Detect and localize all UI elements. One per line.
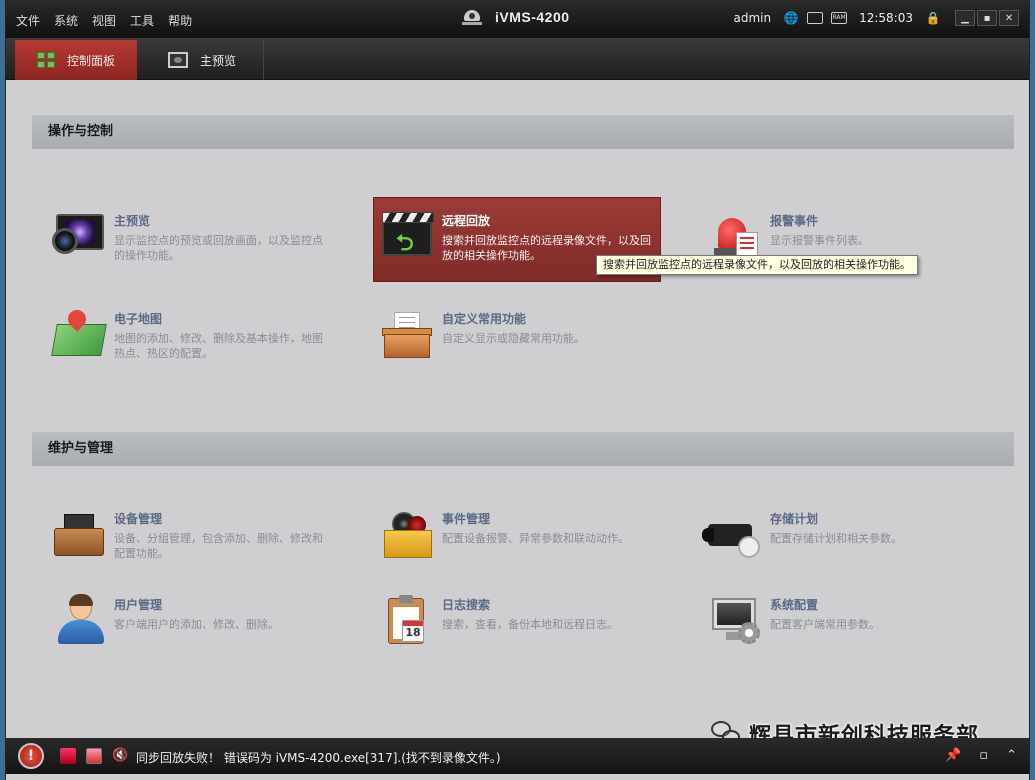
clapperboard-icon [380,208,438,266]
box-documents-icon [380,306,438,364]
pin-icon[interactable]: 📌 [945,748,961,763]
menu-help[interactable]: 帮助 [168,12,192,29]
status-icons: 🔇 [60,748,128,764]
film-folder-icon [380,506,438,564]
monitor-gear-icon [708,592,766,650]
camera-logo-icon [461,8,483,26]
grid-icon [37,52,55,68]
module-log-search[interactable]: 18 日志搜索 搜索，查看，备份本地和远程日志。 [374,582,654,662]
video-camera-clock-icon [702,506,766,564]
app-window: 文件 系统 视图 工具 帮助 iVMS-4200 admin 🌐 RAM 12:… [5,0,1030,780]
module-desc: 地图的添加、修改、删除及基本操作，地图热点、热区的配置。 [114,332,323,360]
expand-up-icon[interactable]: ⌃ [1006,748,1017,763]
module-title: 设备管理 [114,512,163,526]
cpu-chip-icon[interactable] [807,12,824,24]
section-header-operations: 操作与控制 [32,115,1014,149]
module-desc: 配置设备报警、异常参数和联动动作。 [442,532,629,545]
title-status-area: admin 🌐 RAM 12:58:03 🔒 ▁ ▪ ✕ [733,10,1019,26]
module-title: 用户管理 [114,598,163,612]
app-title: iVMS-4200 [495,9,570,25]
menu-view[interactable]: 视图 [92,12,116,29]
menu-bar: 文件 系统 视图 工具 帮助 [16,12,192,29]
tab-control-panel[interactable]: 控制面板 [15,40,137,80]
ram-icon[interactable]: RAM [831,12,848,24]
module-e-map[interactable]: 电子地图 地图的添加、修改、删除及基本操作，地图热点、热区的配置。 [46,296,326,376]
tab-label: 控制面板 [67,53,116,68]
module-title: 事件管理 [442,512,491,526]
clipboard-calendar-icon: 18 [380,592,438,650]
network-globe-icon[interactable]: 🌐 [783,10,799,26]
module-custom-functions[interactable]: 自定义常用功能 自定义显示或隐藏常用功能。 [374,296,654,376]
section-header-maintenance: 维护与管理 [32,432,1014,466]
module-desc: 配置存储计划和相关参数。 [770,532,902,545]
close-button[interactable]: ✕ [999,10,1019,26]
module-desc: 显示监控点的预览或回放画面，以及监控点的操作功能。 [114,234,323,262]
status-right-controls: 📌 ▫ ⌃ [945,748,1017,763]
title-bar: 文件 系统 视图 工具 帮助 iVMS-4200 admin 🌐 RAM 12:… [6,0,1029,38]
map-pin-icon [51,306,110,364]
module-desc: 客户端用户的添加、修改、删除。 [114,618,279,631]
tab-bar: 控制面板 主预览 [6,38,1029,80]
maximize-button[interactable]: ▪ [977,10,997,26]
monitor-lens-icon [52,208,110,266]
module-title: 远程回放 [442,214,491,228]
app-title-area: iVMS-4200 [461,8,570,26]
alarm-sound-icon[interactable] [60,748,76,764]
module-title: 自定义常用功能 [442,312,527,326]
minimize-button[interactable]: ▁ [955,10,975,26]
status-message: 同步回放失败！ 错误码为 iVMS-4200.exe[317].(找不到录像文件… [136,751,501,765]
module-desc: 自定义显示或隐藏常用功能。 [442,332,585,345]
alarm-list-icon[interactable] [86,748,102,764]
module-storage-schedule[interactable]: 存储计划 配置存储计划和相关参数。 [702,496,982,576]
tab-label: 主预览 [200,53,237,68]
module-desc: 设备、分组管理，包含添加、删除、修改和配置功能。 [114,532,323,560]
status-bar: ! 🔇 同步回放失败！ 错误码为 iVMS-4200.exe[317].(找不到… [6,738,1029,774]
clock: 12:58:03 [859,11,913,25]
module-desc: 显示报警事件列表。 [770,234,869,247]
device-icon [52,506,110,564]
module-title: 电子地图 [114,312,163,326]
module-event-management[interactable]: 事件管理 配置设备报警、异常参数和联动动作。 [374,496,654,576]
module-title: 报警事件 [770,214,819,228]
module-title: 存储计划 [770,512,819,526]
module-device-management[interactable]: 设备管理 设备、分组管理，包含添加、删除、修改和配置功能。 [46,496,326,576]
preview-icon [168,52,188,68]
module-main-preview[interactable]: 主预览 显示监控点的预览或回放画面，以及监控点的操作功能。 [46,198,326,278]
module-title: 系统配置 [770,598,819,612]
module-user-management[interactable]: 用户管理 客户端用户的添加、修改、删除。 [46,582,326,662]
menu-tools[interactable]: 工具 [130,12,154,29]
module-title: 日志搜索 [442,598,491,612]
restore-icon[interactable]: ▫ [979,748,988,763]
module-desc: 搜索，查看，备份本地和远程日志。 [442,618,618,631]
tab-main-preview[interactable]: 主预览 [146,40,264,80]
lock-icon[interactable]: 🔒 [925,10,941,26]
user-icon [52,592,110,650]
menu-system[interactable]: 系统 [54,12,78,29]
window-controls: ▁ ▪ ✕ [955,10,1019,26]
calendar-day: 18 [402,620,424,642]
alarm-warning-icon[interactable]: ! [18,743,44,769]
module-system-config[interactable]: 系统配置 配置客户端常用参数。 [702,582,982,662]
tooltip: 搜索并回放监控点的远程录像文件，以及回放的相关操作功能。 [596,255,918,275]
speaker-icon[interactable]: 🔇 [112,748,128,764]
menu-file[interactable]: 文件 [16,12,40,29]
module-title: 主预览 [114,214,151,228]
module-desc: 配置客户端常用参数。 [770,618,880,631]
current-user: admin [733,11,772,25]
